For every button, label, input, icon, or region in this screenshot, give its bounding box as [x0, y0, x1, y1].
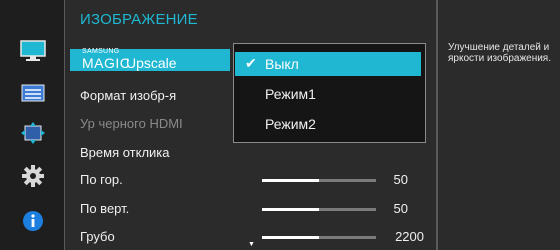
magic-upscale-word: MAGIC — [82, 55, 131, 71]
coarse-slider[interactable] — [262, 236, 376, 239]
coarse-value: 2200 — [395, 229, 424, 244]
upscale-options-dropdown: ✔ Выкл Режим1 Режим2 — [233, 43, 426, 143]
v-position-slider[interactable] — [262, 208, 376, 211]
menu-item-h-position[interactable]: По гор. — [80, 172, 123, 187]
option-mode1[interactable]: Режим1 — [235, 82, 421, 106]
option-label: Выкл — [265, 56, 299, 72]
h-position-value: 50 — [393, 172, 408, 187]
coarse-slider-fill — [262, 236, 319, 239]
option-mode2[interactable]: Режим2 — [235, 112, 421, 136]
info-icon[interactable] — [20, 208, 46, 234]
picture-monitor-icon[interactable] — [20, 38, 46, 64]
magic-upscale-brand: SAMSUNG — [82, 48, 120, 55]
option-label: Режим2 — [265, 116, 316, 132]
menu-title: ИЗОБРАЖЕНИЕ — [80, 11, 198, 28]
sidebar — [0, 0, 64, 250]
help-text: Улучшение деталей и яркости изображения. — [448, 42, 551, 64]
menu-item-hdmi-black-level: Ур черного HDMI — [80, 116, 183, 131]
menu-item-magic-upscale[interactable]: SAMSUNG MAGIC Upscale — [82, 48, 232, 72]
menu-item-response-time[interactable]: Время отклика — [80, 145, 170, 160]
menu-item-v-position[interactable]: По верт. — [80, 201, 129, 216]
h-position-slider[interactable] — [262, 179, 376, 182]
menu-item-picture-size[interactable]: Формат изобр-я — [80, 88, 176, 103]
check-icon: ✔ — [245, 55, 257, 71]
menu-item-coarse[interactable]: Грубо — [80, 229, 115, 244]
screen-adjust-icon[interactable] — [20, 80, 46, 106]
help-panel: Улучшение деталей и яркости изображения. — [437, 0, 560, 250]
gear-icon[interactable] — [20, 163, 46, 189]
option-label: Режим1 — [265, 86, 316, 102]
scroll-down-indicator[interactable]: ▼ — [248, 241, 255, 248]
position-arrows-icon[interactable] — [20, 120, 46, 146]
magic-upscale-label: Upscale — [126, 55, 177, 71]
v-position-value: 50 — [393, 201, 408, 216]
osd-window: ИЗОБРАЖЕНИЕ SAMSUNG MAGIC Upscale Формат… — [0, 0, 560, 250]
option-off[interactable]: ✔ Выкл — [235, 52, 421, 76]
v-position-slider-fill — [262, 208, 319, 211]
h-position-slider-fill — [262, 179, 319, 182]
